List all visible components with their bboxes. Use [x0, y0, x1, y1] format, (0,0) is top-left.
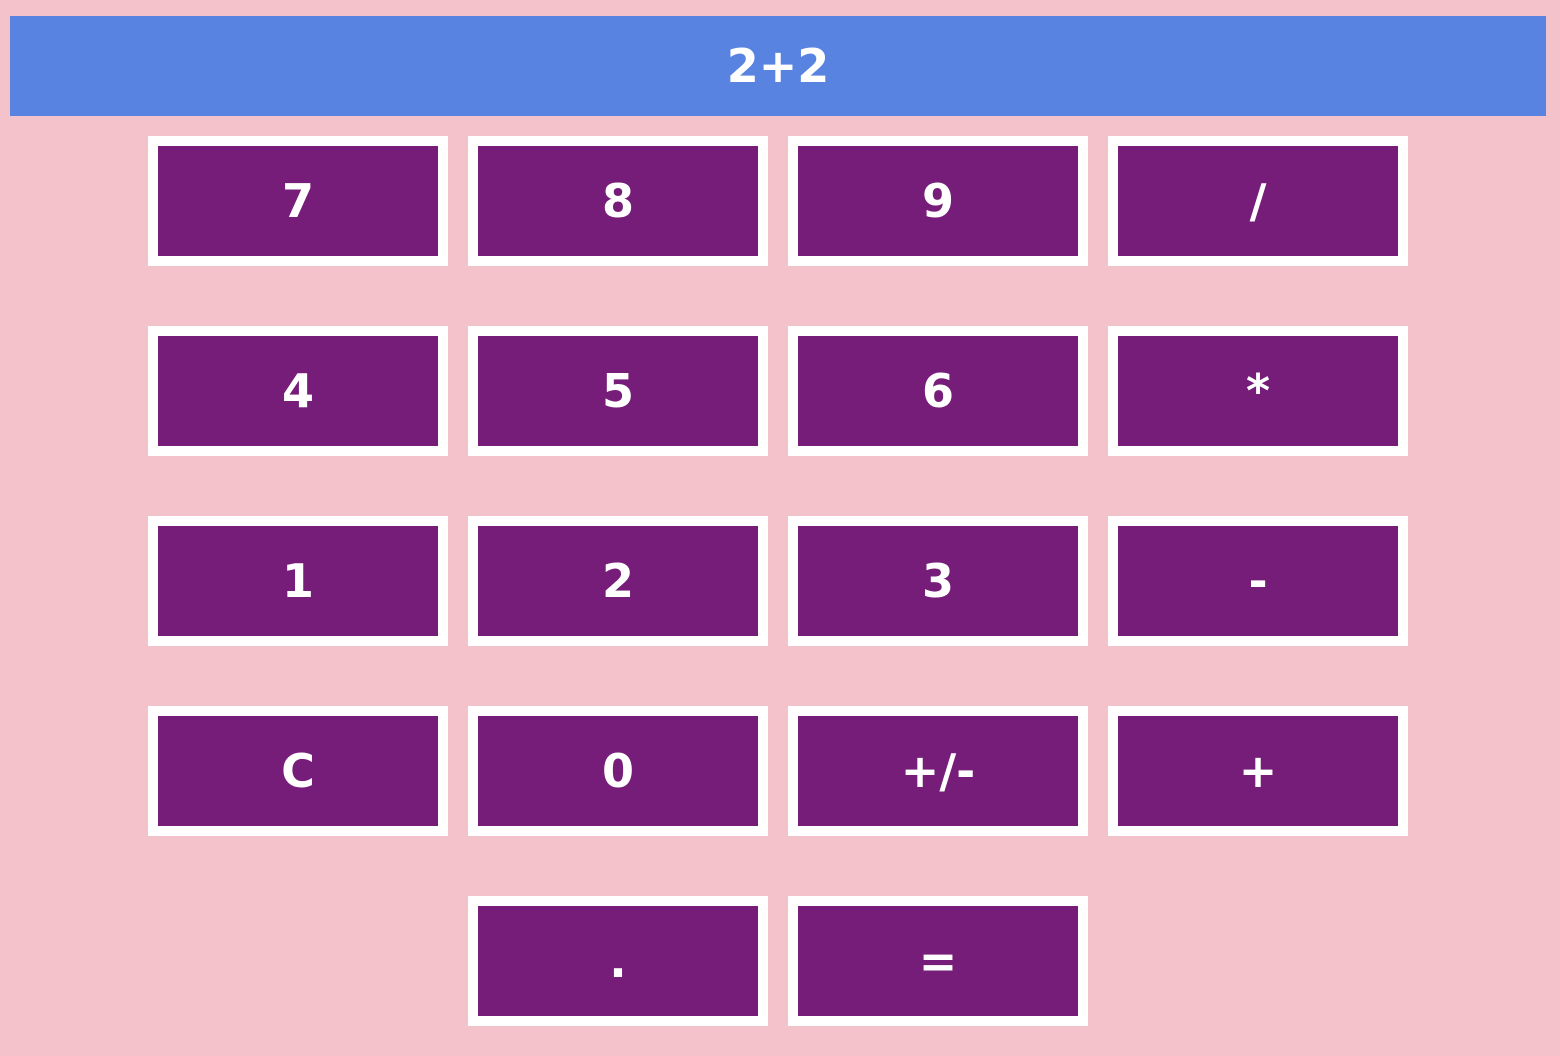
display-value: 2+2 [726, 39, 830, 93]
key-9-button[interactable]: 9 [788, 136, 1088, 266]
negate-button[interactable]: +/- [788, 706, 1088, 836]
add-button[interactable]: + [1108, 706, 1408, 836]
key-1-button[interactable]: 1 [148, 516, 448, 646]
calculator-display: 2+2 [10, 16, 1546, 116]
subtract-button[interactable]: - [1108, 516, 1408, 646]
key-7-button[interactable]: 7 [148, 136, 448, 266]
equals-button[interactable]: = [788, 896, 1088, 1026]
key-0-button[interactable]: 0 [468, 706, 768, 836]
divide-button[interactable]: / [1108, 136, 1408, 266]
multiply-button[interactable]: * [1108, 326, 1408, 456]
key-5-button[interactable]: 5 [468, 326, 768, 456]
key-4-button[interactable]: 4 [148, 326, 448, 456]
key-3-button[interactable]: 3 [788, 516, 1088, 646]
key-2-button[interactable]: 2 [468, 516, 768, 646]
key-8-button[interactable]: 8 [468, 136, 768, 266]
decimal-button[interactable]: . [468, 896, 768, 1026]
key-6-button[interactable]: 6 [788, 326, 1088, 456]
clear-button[interactable]: C [148, 706, 448, 836]
